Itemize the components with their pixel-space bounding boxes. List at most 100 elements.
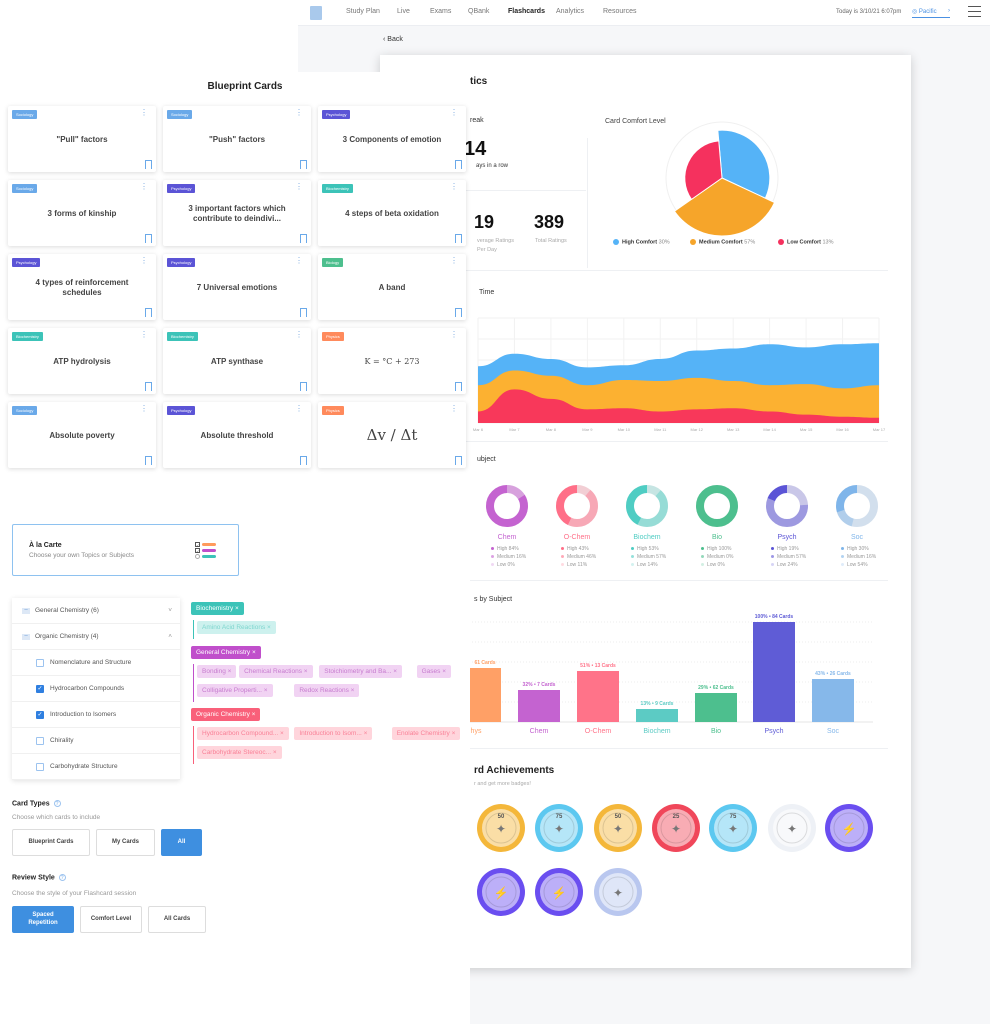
bar[interactable] xyxy=(518,690,560,722)
bookmark-icon[interactable] xyxy=(300,160,307,169)
tree-item[interactable]: ✓ Hydrocarbon Compounds xyxy=(12,676,180,702)
tree-item[interactable]: Nomenclature and Structure xyxy=(12,650,180,676)
more-options-icon[interactable]: ⋮ xyxy=(140,108,148,117)
option-blueprint-cards-button[interactable]: Blueprint Cards xyxy=(12,829,90,856)
tree-group[interactable]: – General Chemistry (6) ˅ xyxy=(12,598,180,624)
help-icon[interactable]: ? xyxy=(53,800,61,807)
collapse-icon[interactable]: – xyxy=(22,607,30,614)
selected-topic-chip[interactable]: Introduction to Isom... × xyxy=(294,727,373,740)
selected-topic-chip[interactable]: Amino Acid Reactions × xyxy=(197,621,276,634)
remove-icon[interactable]: × xyxy=(262,687,268,694)
more-options-icon[interactable]: ⋮ xyxy=(295,108,303,117)
chevron-down-icon[interactable]: ˅ xyxy=(168,607,172,614)
more-options-icon[interactable]: ⋮ xyxy=(295,182,303,191)
alacarte-option[interactable]: À la Carte Choose your own Topics or Sub… xyxy=(12,524,239,576)
remove-icon[interactable]: × xyxy=(440,668,446,675)
more-options-icon[interactable]: ⋮ xyxy=(450,256,458,265)
checkbox[interactable]: ✓ xyxy=(36,684,44,693)
flashcard[interactable]: Sociology ⋮ 3 forms of kinship xyxy=(8,180,156,246)
checkbox[interactable]: ✓ xyxy=(36,710,44,719)
bookmark-icon[interactable] xyxy=(145,234,152,243)
bookmark-icon[interactable] xyxy=(455,234,462,243)
remove-icon[interactable]: × xyxy=(265,624,271,631)
selected-topic-chip[interactable]: Carbohydrate Stereoc... × xyxy=(197,746,282,759)
bookmark-icon[interactable] xyxy=(455,308,462,317)
tree-item[interactable]: ✓ Introduction to Isomers xyxy=(12,702,180,728)
selected-topic-chip[interactable]: Colligative Properti... × xyxy=(197,684,273,697)
bar[interactable] xyxy=(753,622,795,722)
more-options-icon[interactable]: ⋮ xyxy=(140,256,148,265)
option-all-cards-button[interactable]: All Cards xyxy=(148,906,206,933)
selected-topic-chip[interactable]: Bonding × xyxy=(197,665,237,678)
more-options-icon[interactable]: ⋮ xyxy=(295,330,303,339)
bar[interactable] xyxy=(695,693,737,722)
remove-icon[interactable]: × xyxy=(278,730,284,737)
bookmark-icon[interactable] xyxy=(145,456,152,465)
option-my-cards-button[interactable]: My Cards xyxy=(96,829,155,856)
option-spaced-repetition-button[interactable]: Spaced Repetition xyxy=(12,906,74,933)
flashcard[interactable]: Physics ⋮ K = °C + 273 xyxy=(318,328,466,394)
flashcard[interactable]: Biochemistry ⋮ ATP synthase xyxy=(163,328,311,394)
more-options-icon[interactable]: ⋮ xyxy=(295,404,303,413)
flashcard[interactable]: Sociology ⋮ "Pull" factors xyxy=(8,106,156,172)
selected-topic-chip[interactable]: Redox Reactions × xyxy=(294,684,360,697)
checkbox[interactable] xyxy=(36,762,44,771)
collapse-icon[interactable]: – xyxy=(22,633,30,640)
more-options-icon[interactable]: ⋮ xyxy=(450,108,458,117)
bookmark-icon[interactable] xyxy=(300,382,307,391)
bookmark-icon[interactable] xyxy=(300,456,307,465)
remove-icon[interactable]: × xyxy=(233,605,239,612)
option-comfort-level-button[interactable]: Comfort Level xyxy=(80,906,142,933)
remove-icon[interactable]: × xyxy=(349,687,355,694)
more-options-icon[interactable]: ⋮ xyxy=(450,182,458,191)
selected-topic-chip[interactable]: Gases × xyxy=(416,665,451,678)
selected-subject-chip[interactable]: Organic Chemistry × xyxy=(191,708,261,721)
flashcard[interactable]: Sociology ⋮ "Push" factors xyxy=(163,106,311,172)
help-icon[interactable]: ? xyxy=(58,874,66,881)
selected-topic-chip[interactable]: Chemical Reactions × xyxy=(239,665,313,678)
flashcard[interactable]: Biology ⋮ A band xyxy=(318,254,466,320)
bookmark-icon[interactable] xyxy=(455,160,462,169)
more-options-icon[interactable]: ⋮ xyxy=(140,404,148,413)
tree-group[interactable]: – Organic Chemistry (4) ˄ xyxy=(12,624,180,650)
checkbox[interactable] xyxy=(36,736,44,745)
remove-icon[interactable]: × xyxy=(450,730,456,737)
remove-icon[interactable]: × xyxy=(362,730,368,737)
remove-icon[interactable]: × xyxy=(250,649,256,656)
more-options-icon[interactable]: ⋮ xyxy=(140,182,148,191)
bookmark-icon[interactable] xyxy=(300,234,307,243)
flashcard[interactable]: Psychology ⋮ 3 important factors which con… xyxy=(163,180,311,246)
bookmark-icon[interactable] xyxy=(145,308,152,317)
flashcard[interactable]: Physics ⋮ Δv / Δt xyxy=(318,402,466,468)
flashcard[interactable]: Biochemistry ⋮ ATP hydrolysis xyxy=(8,328,156,394)
bookmark-icon[interactable] xyxy=(455,456,462,465)
more-options-icon[interactable]: ⋮ xyxy=(450,404,458,413)
flashcard[interactable]: Psychology ⋮ Absolute threshold xyxy=(163,402,311,468)
bookmark-icon[interactable] xyxy=(455,382,462,391)
bookmark-icon[interactable] xyxy=(300,308,307,317)
remove-icon[interactable]: × xyxy=(391,668,397,675)
flashcard[interactable]: Biochemistry ⋮ 4 steps of beta oxidation xyxy=(318,180,466,246)
option-all-button[interactable]: All xyxy=(161,829,202,856)
remove-icon[interactable]: × xyxy=(302,668,308,675)
bar[interactable] xyxy=(577,671,619,722)
donut-segment[interactable] xyxy=(696,485,738,527)
selected-subject-chip[interactable]: Biochemistry × xyxy=(191,602,244,615)
flashcard[interactable]: Psychology ⋮ 7 Universal emotions xyxy=(163,254,311,320)
remove-icon[interactable]: × xyxy=(226,668,232,675)
bar[interactable] xyxy=(812,679,854,722)
more-options-icon[interactable]: ⋮ xyxy=(140,330,148,339)
more-options-icon[interactable]: ⋮ xyxy=(450,330,458,339)
tree-item[interactable]: Carbohydrate Structure xyxy=(12,754,180,780)
bookmark-icon[interactable] xyxy=(145,382,152,391)
bar[interactable] xyxy=(636,709,678,722)
flashcard[interactable]: Sociology ⋮ Absolute poverty xyxy=(8,402,156,468)
flashcard[interactable]: Psychology ⋮ 4 types of reinforcement sche… xyxy=(8,254,156,320)
remove-icon[interactable]: × xyxy=(250,711,256,718)
tree-item[interactable]: Chirality xyxy=(12,728,180,754)
selected-topic-chip[interactable]: Stoichiometry and Ba... × xyxy=(319,665,403,678)
remove-icon[interactable]: × xyxy=(271,749,277,756)
checkbox[interactable] xyxy=(36,658,44,667)
flashcard[interactable]: Psychology ⋮ 3 Components of emotion xyxy=(318,106,466,172)
more-options-icon[interactable]: ⋮ xyxy=(295,256,303,265)
